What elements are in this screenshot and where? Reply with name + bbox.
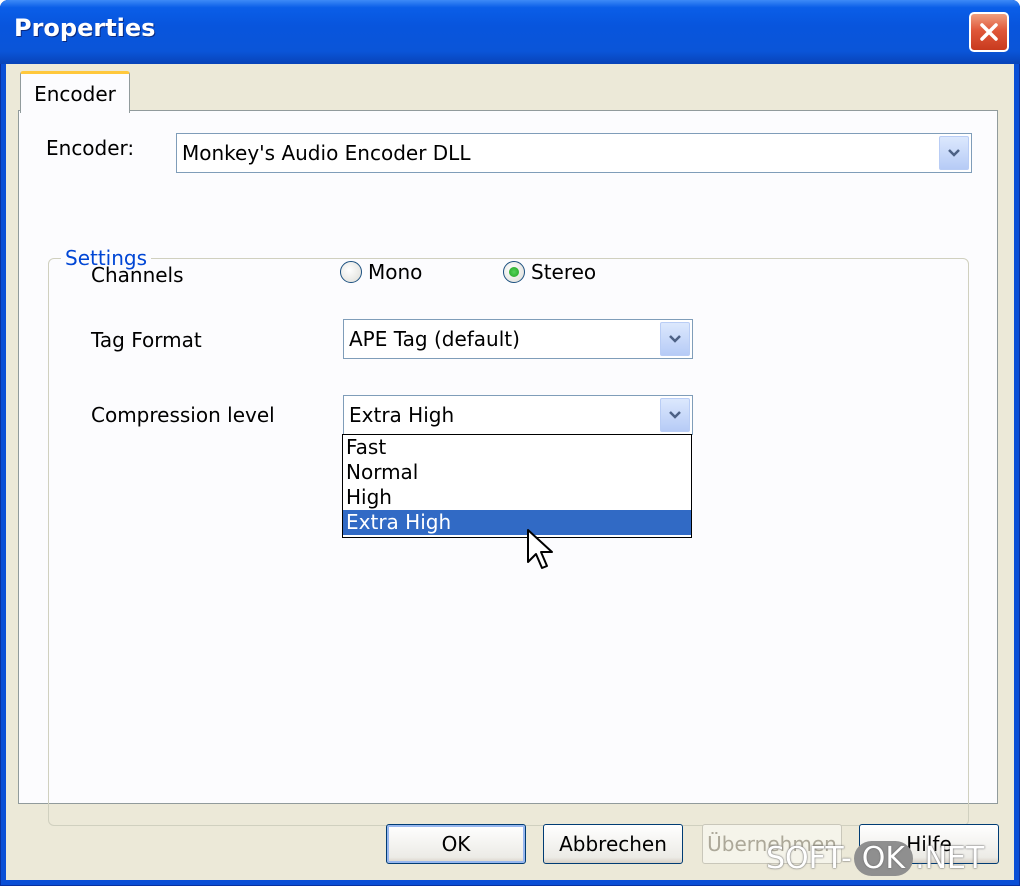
- compression-option-high[interactable]: High: [343, 485, 691, 510]
- close-icon: [980, 23, 998, 41]
- radio-stereo-label: Stereo: [531, 260, 597, 284]
- window-title: Properties: [14, 14, 156, 42]
- radio-mono[interactable]: Mono: [340, 260, 422, 284]
- watermark-part3: .NET: [915, 840, 985, 876]
- watermark-part2: OK: [853, 840, 914, 876]
- close-button[interactable]: [969, 12, 1009, 52]
- chevron-down-icon: [669, 335, 681, 343]
- tag-format-select[interactable]: APE Tag (default): [343, 319, 693, 359]
- compression-dropdown-list: Fast Normal High Extra High: [342, 434, 692, 538]
- watermark: SOFT- OK .NET: [766, 836, 1010, 880]
- ok-button[interactable]: OK: [386, 824, 526, 864]
- radio-stereo-circle[interactable]: [503, 261, 525, 283]
- compression-option-normal[interactable]: Normal: [343, 460, 691, 485]
- compression-select-value: Extra High: [349, 403, 455, 427]
- radio-checked-dot: [509, 267, 519, 277]
- tab-encoder[interactable]: Encoder: [20, 71, 130, 113]
- compression-option-extra-high[interactable]: Extra High: [343, 510, 691, 535]
- chevron-down-icon: [948, 149, 960, 157]
- encoder-select-value: Monkey's Audio Encoder DLL: [182, 141, 471, 165]
- dialog-client-area: Encoder Encoder: Monkey's Audio Encoder …: [6, 64, 1014, 880]
- compression-label: Compression level: [91, 403, 275, 427]
- encoder-dropdown-button[interactable]: [939, 136, 969, 170]
- tag-format-dropdown-button[interactable]: [660, 322, 690, 356]
- encoder-select[interactable]: Monkey's Audio Encoder DLL: [176, 133, 972, 173]
- compression-option-fast[interactable]: Fast: [343, 435, 691, 460]
- channels-label: Channels: [91, 263, 184, 287]
- watermark-part1: SOFT-: [766, 840, 852, 876]
- radio-stereo[interactable]: Stereo: [503, 260, 596, 284]
- title-bar[interactable]: Properties: [0, 0, 1020, 64]
- cancel-button[interactable]: Abbrechen: [543, 824, 683, 864]
- chevron-down-icon: [669, 411, 681, 419]
- encoder-label: Encoder:: [46, 136, 135, 160]
- compression-dropdown-button[interactable]: [660, 398, 690, 432]
- compression-select[interactable]: Extra High: [343, 395, 693, 435]
- radio-mono-label: Mono: [368, 260, 423, 284]
- tag-format-label: Tag Format: [91, 328, 202, 352]
- radio-mono-circle[interactable]: [340, 261, 362, 283]
- tag-format-select-value: APE Tag (default): [349, 327, 520, 351]
- properties-window: Properties Encoder Encoder: Monkey's Aud…: [0, 0, 1020, 886]
- mouse-pointer-icon: [527, 529, 553, 569]
